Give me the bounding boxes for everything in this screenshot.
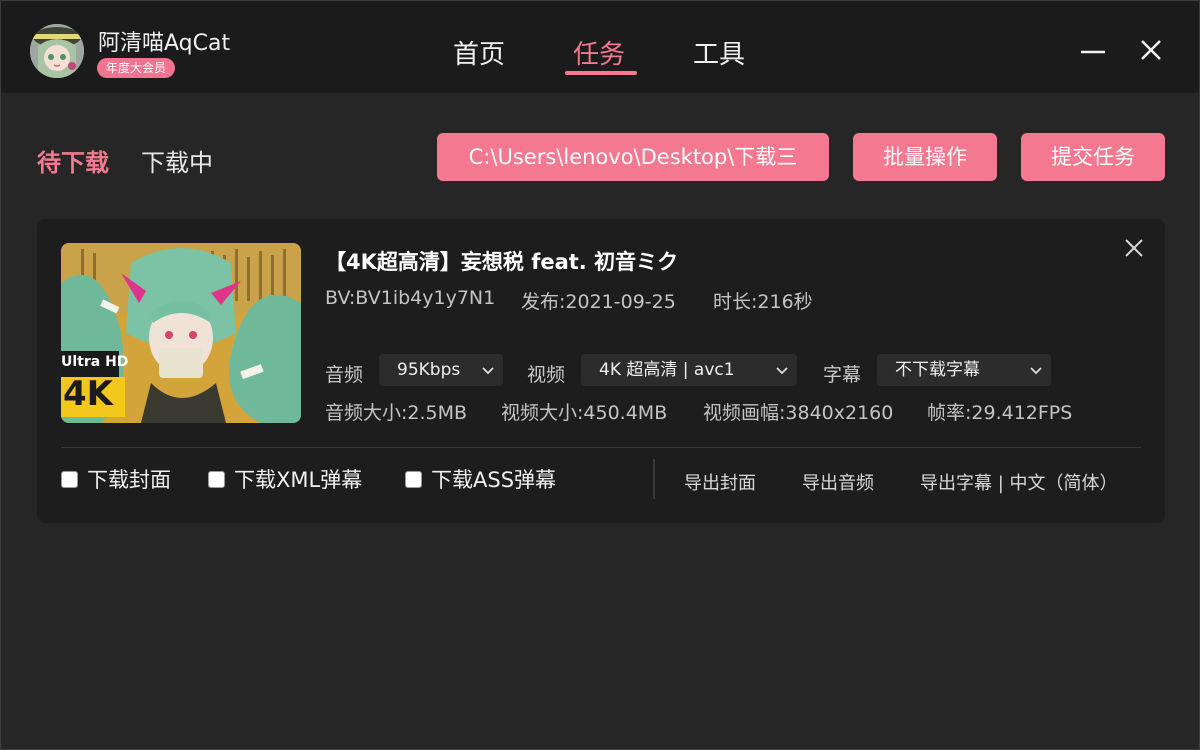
audio-label: 音频 [325,364,364,386]
thumbnail-badge-bottom: 4K [63,374,114,414]
chevron-down-icon [1030,367,1042,375]
video-bv-id: BV:BV1ib4y1y7N1 [325,287,496,309]
user-avatar[interactable] [30,24,84,78]
video-publish-date: 发布:2021-09-25 [521,291,676,313]
video-quality-value: 4K 超高清 | avc1 [599,360,735,380]
card-divider [61,447,1141,448]
member-badge: 年度大会员 [97,58,176,78]
video-thumbnail: Ultra HD 4K [61,243,301,423]
audio-quality-value: 95Kbps [397,360,461,380]
download-xml-danmaku-checkbox[interactable]: 下载XML弹幕 [208,466,362,492]
export-audio-button[interactable]: 导出音频 [802,469,874,495]
video-title: 【4K超高清】妄想税 feat. 初音ミク [325,250,679,274]
subtitle-select[interactable]: 不下载字幕 [877,354,1051,386]
checkbox-box[interactable] [405,470,422,488]
subtab-pending[interactable]: 待下载 [37,143,109,178]
app-name: 阿清喵AqCat [98,31,231,56]
subtitle-label: 字幕 [823,364,862,386]
video-quality-select[interactable]: 4K 超高清 | avc1 [581,354,797,386]
chevron-down-icon [482,367,494,375]
nav-tab-home[interactable]: 首页 [453,34,505,71]
minimize-button[interactable] [1078,35,1108,65]
remove-task-button[interactable] [1123,237,1145,259]
export-cover-button[interactable]: 导出封面 [684,469,756,495]
audio-size: 音频大小:2.5MB [325,402,468,424]
action-divider [653,459,655,499]
audio-quality-select[interactable]: 95Kbps [379,354,503,386]
checkbox-box[interactable] [208,470,225,488]
active-tab-indicator [565,71,637,75]
download-cover-checkbox[interactable]: 下载封面 [61,466,171,492]
close-icon [1125,239,1143,257]
checkbox-label: 下载XML弹幕 [234,468,363,492]
nav-tab-tools[interactable]: 工具 [693,34,745,71]
task-card: Ultra HD 4K 【4K超高清】妄想税 feat. 初音ミク BV:BV1… [37,219,1165,523]
submit-task-button[interactable]: 提交任务 [1021,133,1165,181]
close-window-button[interactable] [1136,35,1166,65]
checkbox-label: 下载ASS弹幕 [431,468,557,492]
video-resolution: 视频画幅:3840x2160 [703,402,894,424]
video-duration: 时长:216秒 [713,291,813,313]
video-framerate: 帧率:29.412FPS [927,402,1073,424]
batch-operation-button[interactable]: 批量操作 [853,133,997,181]
video-size: 视频大小:450.4MB [501,402,668,424]
avatar-image [30,24,84,78]
subtab-downloading[interactable]: 下载中 [141,143,213,178]
video-label: 视频 [527,364,566,386]
export-subtitle-button[interactable]: 导出字幕 | 中文（简体） [920,469,1118,495]
checkbox-box[interactable] [61,470,78,488]
download-path-button[interactable]: C:\Users\lenovo\Desktop\下载三 [437,133,829,181]
thumbnail-badge-top: Ultra HD [61,354,129,370]
close-icon [1141,40,1161,60]
checkbox-label: 下载封面 [87,468,171,492]
download-ass-danmaku-checkbox[interactable]: 下载ASS弹幕 [405,466,556,492]
title-bar: 阿清喵AqCat 年度大会员 首页 任务 工具 [1,1,1199,93]
subtitle-value: 不下载字幕 [895,360,980,380]
chevron-down-icon [776,367,788,375]
nav-tab-tasks[interactable]: 任务 [573,34,625,71]
minimize-icon [1081,50,1105,54]
app-window: 阿清喵AqCat 年度大会员 首页 任务 工具 待下载 下载中 C:\Users… [0,0,1200,750]
